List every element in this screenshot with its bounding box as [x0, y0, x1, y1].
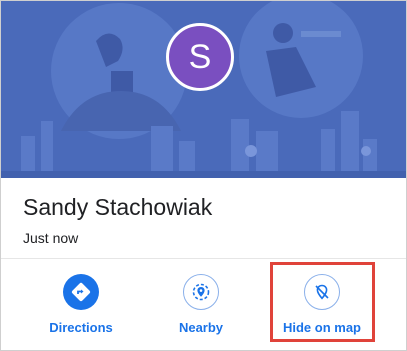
directions-icon — [63, 274, 99, 310]
directions-button[interactable]: Directions — [31, 274, 131, 342]
contact-card: S Sandy Stachowiak Just now Directions N… — [0, 0, 407, 351]
nearby-button[interactable]: Nearby — [151, 274, 251, 342]
contact-name: Sandy Stachowiak — [23, 194, 213, 220]
last-seen-time: Just now — [23, 230, 79, 246]
directions-label: Directions — [49, 320, 113, 335]
profile-banner: S — [1, 1, 406, 178]
nearby-icon — [183, 274, 219, 310]
avatar: S — [166, 23, 234, 91]
highlight-box — [270, 262, 375, 342]
divider — [1, 258, 406, 259]
nearby-label: Nearby — [178, 320, 224, 335]
